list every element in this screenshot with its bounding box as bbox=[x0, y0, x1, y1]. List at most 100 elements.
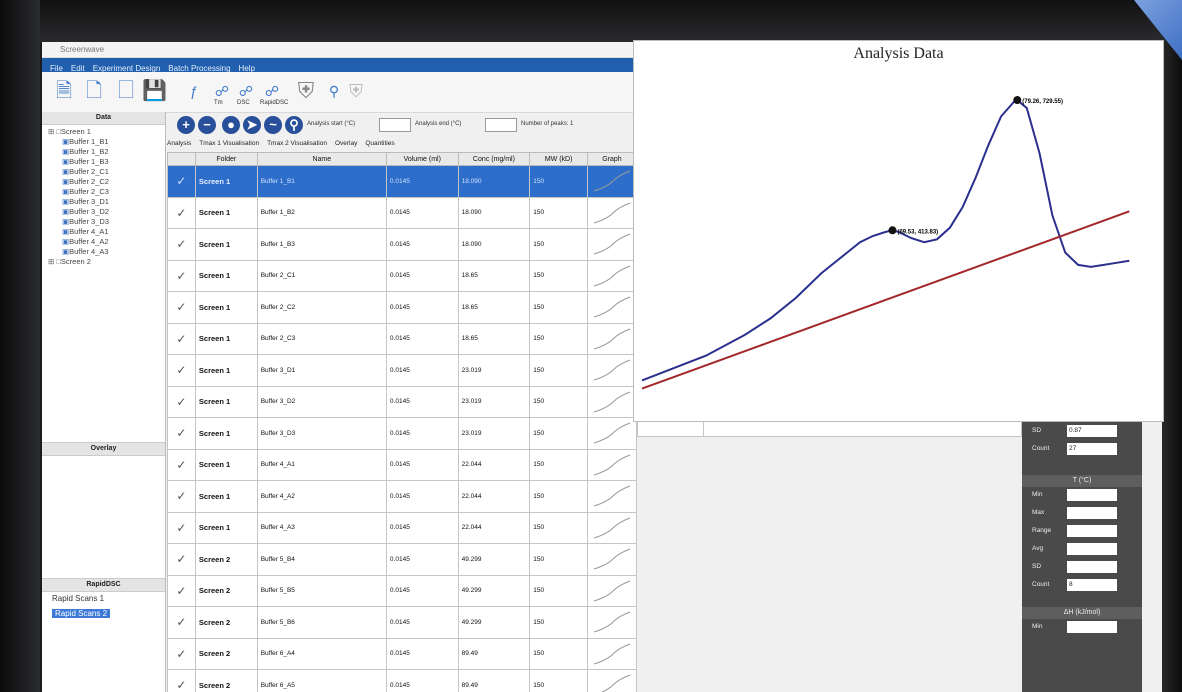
table-row[interactable]: ✓ Screen 1 Buffer 4_A3 0.0145 22.044 150 bbox=[167, 511, 638, 544]
column-header[interactable] bbox=[167, 152, 196, 166]
table-row[interactable]: ✓ Screen 1 Buffer 3_D1 0.0145 23.019 150 bbox=[167, 354, 638, 387]
tab-4[interactable]: Quantities bbox=[365, 140, 394, 147]
thumbnail-graph[interactable] bbox=[586, 480, 638, 513]
search-icon[interactable]: ⚲ bbox=[322, 78, 346, 104]
tree-item[interactable]: Buffer 3_D1 bbox=[62, 197, 165, 207]
check-icon[interactable]: ✓ bbox=[167, 259, 196, 292]
table-row[interactable]: ✓ Screen 1 Buffer 1_B3 0.0145 18.090 150 bbox=[167, 228, 638, 261]
check-icon[interactable]: ✓ bbox=[167, 196, 196, 229]
table-row[interactable]: ✓ Screen 2 Buffer 5_B4 0.0145 49.299 150 bbox=[167, 543, 638, 576]
thumbnail-graph[interactable] bbox=[586, 669, 638, 692]
check-icon[interactable]: ✓ bbox=[167, 165, 196, 198]
new-file-icon[interactable]: 🗎 bbox=[52, 78, 76, 104]
stat-value[interactable] bbox=[1067, 543, 1117, 555]
thumbnail-graph[interactable] bbox=[586, 354, 638, 387]
table-row[interactable]: ✓ Screen 1 Buffer 2_C3 0.0145 18.65 150 bbox=[167, 322, 638, 355]
thumbnail-graph[interactable] bbox=[586, 291, 638, 324]
check-icon[interactable]: ✓ bbox=[167, 637, 196, 670]
rapid-scans-1[interactable]: Rapid Scans 1 bbox=[52, 594, 165, 603]
check-icon[interactable]: ✓ bbox=[167, 448, 196, 481]
stat-value[interactable] bbox=[1067, 525, 1117, 537]
tree-root-screen-1[interactable]: Screen 1 bbox=[48, 127, 165, 137]
shield-icon[interactable]: ⛨ bbox=[294, 78, 318, 104]
peak-marker[interactable] bbox=[888, 226, 897, 235]
open-file-icon[interactable]: 🗋 bbox=[82, 78, 106, 104]
count2-value[interactable]: 8 bbox=[1067, 579, 1117, 591]
settings-shield-icon[interactable]: ⛨ bbox=[344, 78, 368, 104]
table-row[interactable]: ✓ Screen 1 Buffer 1_B2 0.0145 18.090 150 bbox=[167, 196, 638, 229]
check-icon[interactable]: ✓ bbox=[167, 511, 196, 544]
thumbnail-graph[interactable] bbox=[586, 543, 638, 576]
record-icon[interactable]: ● bbox=[222, 116, 240, 134]
thumbnail-graph[interactable] bbox=[586, 385, 638, 418]
thumbnail-graph[interactable] bbox=[586, 259, 638, 292]
column-header[interactable]: Name bbox=[256, 152, 387, 166]
column-header[interactable]: Volume (ml) bbox=[385, 152, 459, 166]
fit-icon[interactable]: ƒ bbox=[182, 78, 206, 104]
column-header[interactable]: Conc (mg/ml) bbox=[457, 152, 531, 166]
count-value[interactable]: 27 bbox=[1067, 443, 1117, 455]
column-header[interactable]: Graph bbox=[586, 152, 638, 166]
analysis-end-input[interactable] bbox=[485, 118, 517, 132]
table-row[interactable]: ✓ Screen 1 Buffer 1_B1 0.0145 18.090 150 bbox=[167, 165, 638, 198]
tree-item[interactable]: Buffer 4_A2 bbox=[62, 237, 165, 247]
thumbnail-graph[interactable] bbox=[586, 417, 638, 450]
check-icon[interactable]: ✓ bbox=[167, 385, 196, 418]
thumbnail-graph[interactable] bbox=[586, 322, 638, 355]
tree-item[interactable]: Buffer 3_D3 bbox=[62, 217, 165, 227]
table-row[interactable]: ✓ Screen 1 Buffer 2_C2 0.0145 18.65 150 bbox=[167, 291, 638, 324]
min2-value[interactable] bbox=[1067, 621, 1117, 633]
zoom-icon[interactable]: ⚲ bbox=[285, 116, 303, 134]
table-row[interactable]: ✓ Screen 2 Buffer 6_A4 0.0145 89.49 150 bbox=[167, 637, 638, 670]
table-row[interactable]: ✓ Screen 2 Buffer 5_B6 0.0145 49.299 150 bbox=[167, 606, 638, 639]
tree-item[interactable]: Buffer 3_D2 bbox=[62, 207, 165, 217]
column-header[interactable]: MW (kD) bbox=[529, 152, 588, 166]
check-icon[interactable]: ✓ bbox=[167, 606, 196, 639]
tree-item[interactable]: Buffer 2_C3 bbox=[62, 187, 165, 197]
thumbnail-graph[interactable] bbox=[586, 511, 638, 544]
tab-0[interactable]: Analysis bbox=[167, 140, 191, 147]
column-header[interactable]: Folder bbox=[194, 152, 258, 166]
save-icon[interactable]: 💾 bbox=[142, 78, 167, 104]
thumbnail-graph[interactable] bbox=[586, 228, 638, 261]
table-row[interactable]: ✓ Screen 1 Buffer 3_D2 0.0145 23.019 150 bbox=[167, 385, 638, 418]
tree-item[interactable]: Buffer 4_A1 bbox=[62, 227, 165, 237]
tree-item[interactable]: Buffer 1_B3 bbox=[62, 157, 165, 167]
peak-marker[interactable] bbox=[1013, 96, 1022, 105]
check-icon[interactable]: ✓ bbox=[167, 354, 196, 387]
rapid-scans-2[interactable]: Rapid Scans 2 bbox=[52, 609, 111, 618]
check-icon[interactable]: ✓ bbox=[167, 291, 196, 324]
tab-3[interactable]: Overlay bbox=[335, 140, 357, 147]
thumbnail-graph[interactable] bbox=[586, 448, 638, 481]
check-icon[interactable]: ✓ bbox=[167, 417, 196, 450]
tree-item[interactable]: Buffer 1_B2 bbox=[62, 147, 165, 157]
check-icon[interactable]: ✓ bbox=[167, 228, 196, 261]
table-row[interactable]: ✓ Screen 2 Buffer 5_B5 0.0145 49.299 150 bbox=[167, 574, 638, 607]
stat-value[interactable] bbox=[1067, 561, 1117, 573]
remove-icon[interactable]: − bbox=[198, 116, 216, 134]
check-icon[interactable]: ✓ bbox=[167, 669, 196, 692]
pointer-icon[interactable]: ➤ bbox=[243, 116, 261, 134]
table-row[interactable]: ✓ Screen 1 Buffer 4_A2 0.0145 22.044 150 bbox=[167, 480, 638, 513]
tree-item[interactable]: Buffer 1_B1 bbox=[62, 137, 165, 147]
table-row[interactable]: ✓ Screen 1 Buffer 2_C1 0.0145 18.65 150 bbox=[167, 259, 638, 292]
table-row[interactable]: ✓ Screen 2 Buffer 6_A5 0.0145 89.49 150 bbox=[167, 669, 638, 692]
tab-2[interactable]: Tmax 2 Visualisation bbox=[267, 140, 327, 147]
thumbnail-graph[interactable] bbox=[586, 606, 638, 639]
tab-1[interactable]: Tmax 1 Visualisation bbox=[199, 140, 259, 147]
table-row[interactable]: ✓ Screen 1 Buffer 3_D3 0.0145 23.019 150 bbox=[167, 417, 638, 450]
tree-root-screen-2[interactable]: Screen 2 bbox=[48, 257, 165, 267]
tree-item[interactable]: Buffer 2_C1 bbox=[62, 167, 165, 177]
stat-value[interactable] bbox=[1067, 489, 1117, 501]
number-of-peaks[interactable]: Number of peaks: 1 bbox=[521, 121, 573, 127]
analysis-start-input[interactable] bbox=[379, 118, 411, 132]
thumbnail-graph[interactable] bbox=[586, 196, 638, 229]
check-icon[interactable]: ✓ bbox=[167, 574, 196, 607]
thumbnail-graph[interactable] bbox=[586, 574, 638, 607]
table-row[interactable]: ✓ Screen 1 Buffer 4_A1 0.0145 22.044 150 bbox=[167, 448, 638, 481]
check-icon[interactable]: ✓ bbox=[167, 480, 196, 513]
add-icon[interactable]: + bbox=[177, 116, 195, 134]
check-icon[interactable]: ✓ bbox=[167, 322, 196, 355]
wave-icon[interactable]: ~ bbox=[264, 116, 282, 134]
check-icon[interactable]: ✓ bbox=[167, 543, 196, 576]
